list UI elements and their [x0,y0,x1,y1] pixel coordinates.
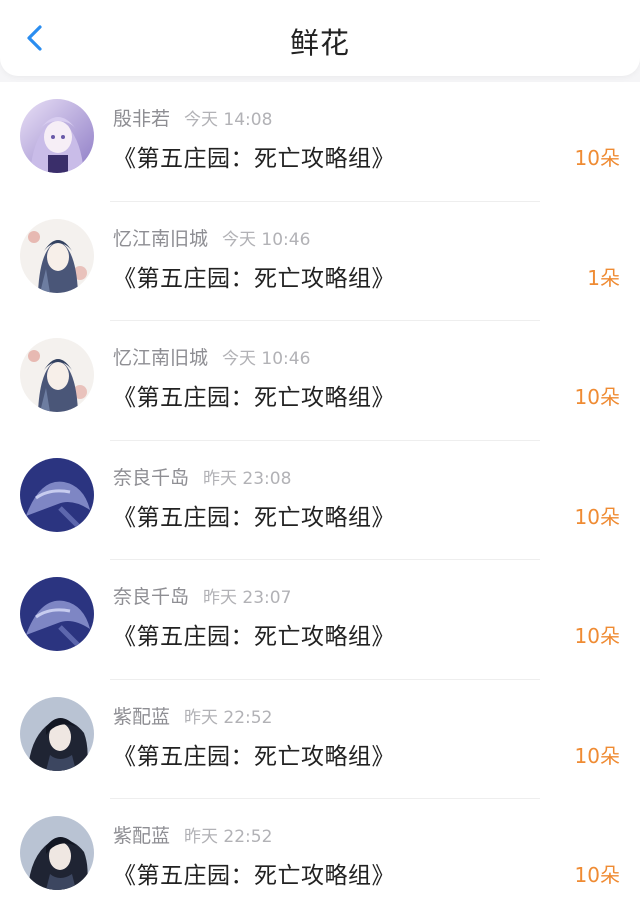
list-item[interactable]: 忆江南旧城 今天 10:46 《第五庄园：死亡攻略组》 1朵 [0,202,640,322]
user-name: 紫配蓝 [113,705,171,728]
timestamp: 昨天 22:52 [184,827,273,847]
timestamp: 昨天 22:52 [184,707,273,728]
avatar[interactable] [20,99,94,173]
book-title: 《第五庄园：死亡攻略组》 [113,265,395,292]
list-item[interactable]: 紫配蓝 昨天 22:52 《第五庄园：死亡攻略组》 10朵 [0,680,640,800]
user-name: 奈良千岛 [113,466,190,489]
avatar[interactable] [20,457,94,532]
app-header: 鲜花 [0,0,640,76]
avatar[interactable] [20,218,94,293]
flower-count: 10朵 [574,863,620,887]
book-title: 《第五庄园：死亡攻略组》 [113,385,395,411]
avatar[interactable] [20,577,94,651]
flower-count: 10朵 [574,385,620,409]
flower-count: 10朵 [574,624,620,648]
book-title: 《第五庄园：死亡攻略组》 [113,504,395,531]
avatar[interactable] [20,338,94,412]
user-name: 紫配蓝 [113,825,171,847]
avatar[interactable] [20,816,94,890]
user-name: 殷非若 [113,108,171,130]
list-item[interactable]: 殷非若 今天 14:08 《第五庄园：死亡攻略组》 10朵 [0,82,640,202]
book-title: 《第五庄园：死亡攻略组》 [113,624,395,650]
flower-count: 10朵 [574,743,620,768]
avatar[interactable] [20,696,94,771]
user-name: 忆江南旧城 [113,347,209,369]
timestamp: 今天 10:46 [222,229,311,250]
page-title: 鲜花 [289,26,350,60]
timestamp: 昨天 23:07 [203,588,292,608]
list-item[interactable]: 忆江南旧城 今天 10:46 《第五庄园：死亡攻略组》 10朵 [0,321,640,441]
list-item[interactable]: 紫配蓝 昨天 22:52 《第五庄园：死亡攻略组》 10朵 [0,799,640,915]
flower-count: 10朵 [574,504,620,529]
timestamp: 今天 14:08 [184,110,273,130]
flower-record-list: 殷非若 今天 14:08 《第五庄园：死亡攻略组》 10朵 忆江南旧城 今天 10:… [0,82,640,915]
book-title: 《第五庄园：死亡攻略组》 [113,743,395,770]
flower-count: 10朵 [574,146,620,170]
list-item[interactable]: 奈良千岛 昨天 23:07 《第五庄园：死亡攻略组》 10朵 [0,560,640,680]
user-name: 奈良千岛 [113,586,190,608]
timestamp: 今天 10:46 [222,349,311,369]
timestamp: 昨天 23:08 [203,468,292,489]
book-title: 《第五庄园：死亡攻略组》 [113,146,395,172]
flower-count: 1朵 [587,265,620,290]
user-name: 忆江南旧城 [113,227,209,250]
book-title: 《第五庄园：死亡攻略组》 [113,863,395,889]
list-item[interactable]: 奈良千岛 昨天 23:08 《第五庄园：死亡攻略组》 10朵 [0,441,640,561]
